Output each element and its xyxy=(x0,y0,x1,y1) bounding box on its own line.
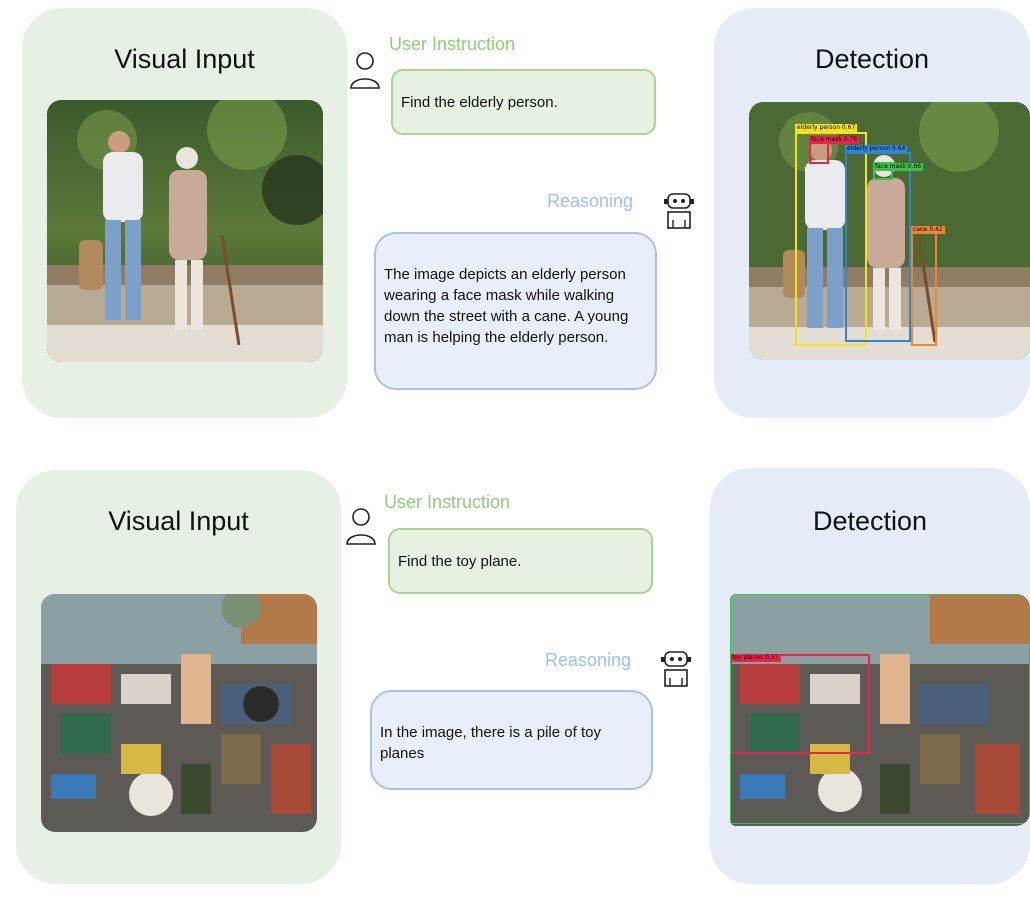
instruction-bubble: Find the elderly person. xyxy=(391,69,656,135)
toy-pile-image xyxy=(41,594,317,832)
street-scene-image xyxy=(47,100,323,362)
visual-input-column: Visual Input xyxy=(16,470,341,884)
user-instruction-label: User Instruction xyxy=(384,492,511,512)
user-icon xyxy=(348,50,382,95)
user-instruction-label: User Instruction xyxy=(389,34,516,54)
detection-photo: toy planes 0.37 xyxy=(730,594,1030,826)
detection-column: Detection elderly person 0.67 face mask … xyxy=(714,8,1030,418)
bbox-face-mask-1 xyxy=(809,142,829,164)
detection-photo: elderly person 0.67 face mask 0.78 elder… xyxy=(749,102,1030,360)
reasoning-text: The image depicts an elderly person wear… xyxy=(384,266,629,346)
bbox-elderly-person-2 xyxy=(845,152,911,342)
user-icon xyxy=(344,506,378,551)
visual-input-title: Visual Input xyxy=(114,44,255,74)
bbox-label: face mask 0.66 xyxy=(873,163,924,171)
input-photo xyxy=(41,594,317,832)
bbox-label: face mask 0.78 xyxy=(809,136,860,144)
reasoning-text: In the image, there is a pile of toy pla… xyxy=(380,724,601,762)
reasoning-bubble: The image depicts an elderly person wear… xyxy=(374,232,657,390)
detection-title: Detection xyxy=(812,506,928,536)
bbox-label: elderly person 0.67 xyxy=(795,124,858,132)
input-photo xyxy=(47,100,323,362)
robot-icon xyxy=(661,190,697,237)
bbox-label: elderly person 0.64 xyxy=(845,145,908,153)
bbox-toy-planes-2 xyxy=(730,594,1030,824)
bbox-label: cane 0.42 xyxy=(911,226,945,234)
robot-icon xyxy=(658,648,694,695)
instruction-bubble: Find the toy plane. xyxy=(388,528,653,594)
visual-input-column: Visual Input xyxy=(22,8,347,418)
reasoning-label: Reasoning xyxy=(547,191,634,211)
detection-title: Detection xyxy=(814,44,930,74)
detection-column: Detection toy planes 0.37 xyxy=(710,468,1030,884)
example-panel-2: Visual Input User Instruction Find the t… xyxy=(0,460,1030,903)
bbox-cane xyxy=(911,228,937,346)
example-panel-1: Visual Input User Instruction Find the e… xyxy=(0,0,1030,447)
reasoning-label: Reasoning xyxy=(545,650,632,670)
visual-input-title: Visual Input xyxy=(108,506,249,536)
reasoning-bubble: In the image, there is a pile of toy pla… xyxy=(370,690,653,790)
